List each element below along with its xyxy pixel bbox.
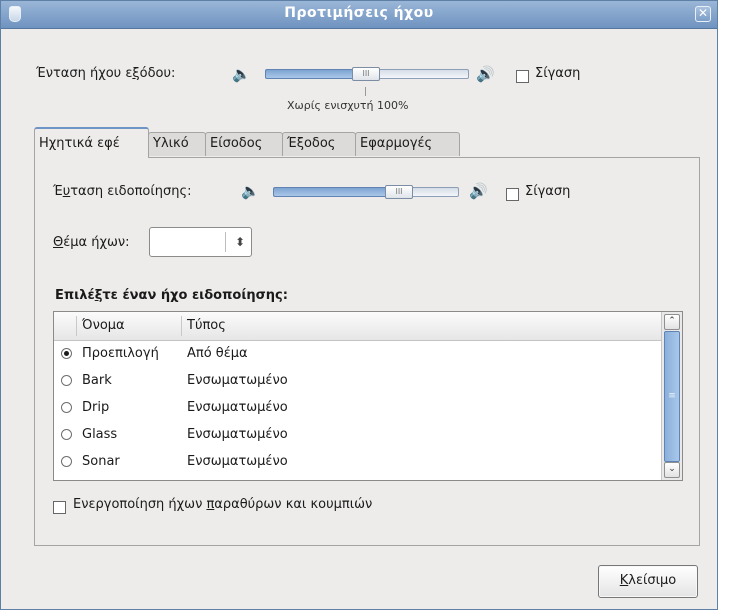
window-title: Προτιμήσεις ήχου (284, 5, 434, 21)
sound-name: Sonar (82, 454, 120, 469)
sound-name: Glass (82, 427, 118, 442)
column-divider (76, 316, 77, 336)
radio[interactable] (61, 402, 72, 413)
sound-type: Από θέμα (187, 346, 248, 361)
sound-type: Ενσωματωμένο (187, 454, 288, 469)
output-volume-slider-fill[interactable] (265, 69, 366, 79)
alert-volume-label: Έυταση ειδοποίησης: (53, 184, 191, 199)
thumb-grip-icon: III (395, 187, 403, 196)
amplification-label: Χωρίς ενισχυτή 100% (287, 99, 409, 112)
column-header-name[interactable]: Όνομα (82, 318, 125, 333)
tab-label: Έξοδος (287, 136, 336, 151)
list-item[interactable]: Drip Ενσωματωμένο (54, 395, 661, 422)
tab-label: Υλικό (153, 136, 189, 151)
list-scrollbar[interactable]: ⌃ ≡ ⌄ (661, 312, 682, 480)
tab-applications[interactable]: Εφαρμογές (355, 132, 460, 156)
speaker-high-icon: 🔊 (476, 65, 495, 83)
sound-type: Ενσωματωμένο (187, 427, 288, 442)
output-mute-label: Σίγαση (535, 66, 581, 81)
output-volume-slider-thumb[interactable]: III (352, 67, 380, 81)
tab-input[interactable]: Είσοδος (205, 132, 283, 156)
output-volume-label: Ένταση ήχου εξόδου: (36, 66, 175, 81)
speaker-high-icon: 🔊 (469, 182, 488, 200)
tab-label: Είσοδος (210, 136, 263, 151)
radio[interactable] (61, 429, 72, 440)
close-button-mnemonic: Κ (619, 573, 629, 588)
scroll-up-button[interactable]: ⌃ (664, 314, 680, 330)
alert-volume-label-pre: Έ (53, 184, 63, 199)
choose-alert-heading-post: τε έναν ήχο ειδοποίησης: (102, 288, 288, 303)
window-sounds-label-pre: Ενεργοποίηση ήχων (73, 497, 207, 512)
thumb-grip-icon: III (362, 69, 370, 78)
tab-output[interactable]: Έξοδος (282, 132, 356, 156)
list-header: Όνομα Τύπος (54, 312, 661, 341)
preferences-window: Προτιμήσεις ήχου ✕ Ένταση ήχου εξόδου: 🔈… (0, 0, 718, 610)
column-divider (181, 316, 182, 336)
scroll-down-button[interactable]: ⌄ (664, 462, 680, 478)
output-volume-label-pre: Ένταση ήχου ε (36, 66, 133, 81)
sound-theme-label: Θέμα ήχων: (53, 235, 130, 250)
chevron-down-icon: ⌄ (668, 464, 676, 474)
output-mute-checkbox[interactable] (516, 70, 529, 83)
alert-volume-label-post: ταση ειδοποίησης: (70, 184, 192, 199)
tab-label: Ηχητικά εφέ (39, 136, 120, 151)
sound-theme-label-mnemonic: Θ (53, 235, 64, 250)
radio[interactable] (61, 456, 72, 467)
slider-mark (365, 87, 366, 96)
sound-type: Ενσωματωμένο (187, 373, 288, 388)
list-item[interactable]: Προεπιλογή Από θέμα (54, 341, 661, 368)
output-volume-label-mnemonic: ξ (132, 66, 140, 81)
sound-theme-combo[interactable]: ⬍ (149, 227, 252, 257)
scroll-thumb[interactable]: ≡ (664, 331, 680, 462)
sound-type: Ενσωματωμένο (187, 400, 288, 415)
window-sounds-label-post: αραθύρων και κουμπιών (214, 497, 373, 512)
list-item[interactable]: Glass Ενσωματωμένο (54, 422, 661, 449)
sound-name: Προεπιλογή (82, 346, 159, 361)
choose-alert-heading: Επιλέξτε έναν ήχο ειδοποίησης: (55, 288, 288, 303)
radio-selected[interactable] (61, 348, 72, 359)
window-sounds-label: Ενεργοποίηση ήχων παραθύρων και κουμπιών (73, 497, 372, 512)
close-window-button[interactable]: ✕ (695, 6, 711, 22)
alert-sound-list[interactable]: Όνομα Τύπος Προεπιλογή Από θέμα Bark Ενσ… (53, 311, 683, 481)
list-item[interactable]: Sonar Ενσωματωμένο (54, 449, 661, 476)
tab-sound-effects[interactable]: Ηχητικά εφέ (34, 127, 149, 158)
list-item[interactable]: Bark Ενσωματωμένο (54, 368, 661, 395)
sound-theme-label-post: έμα ήχων: (63, 235, 130, 250)
radio[interactable] (61, 375, 72, 386)
window-sounds-checkbox[interactable] (53, 501, 66, 514)
speaker-low-icon: 🔈 (241, 182, 260, 200)
alert-volume-slider-fill[interactable] (273, 187, 394, 197)
output-volume-label-post: όδου: (139, 66, 176, 81)
close-button-label: λείσιμο (628, 573, 677, 588)
tab-hardware[interactable]: Υλικό (148, 132, 206, 156)
choose-alert-heading-pre: Επιλέ (55, 288, 95, 303)
alert-mute-checkbox[interactable] (506, 188, 519, 201)
column-header-type[interactable]: Τύπος (187, 318, 226, 333)
combo-separator (225, 232, 226, 252)
tab-label: Εφαρμογές (360, 136, 433, 151)
alert-volume-slider-thumb[interactable]: III (385, 185, 413, 199)
sound-name: Drip (82, 400, 110, 415)
updown-arrow-icon: ⬍ (234, 235, 245, 249)
close-button[interactable]: Κλείσιμο (598, 565, 698, 598)
alert-mute-label: Σίγαση (525, 184, 571, 199)
chevron-up-icon: ⌃ (668, 316, 676, 326)
grip-icon: ≡ (668, 391, 676, 401)
sound-name: Bark (82, 373, 112, 388)
speaker-low-icon: 🔈 (232, 65, 251, 83)
output-volume-slider-track[interactable] (365, 69, 469, 79)
close-icon: ✕ (697, 6, 709, 20)
titlebar[interactable]: Προτιμήσεις ήχου ✕ (1, 1, 717, 29)
